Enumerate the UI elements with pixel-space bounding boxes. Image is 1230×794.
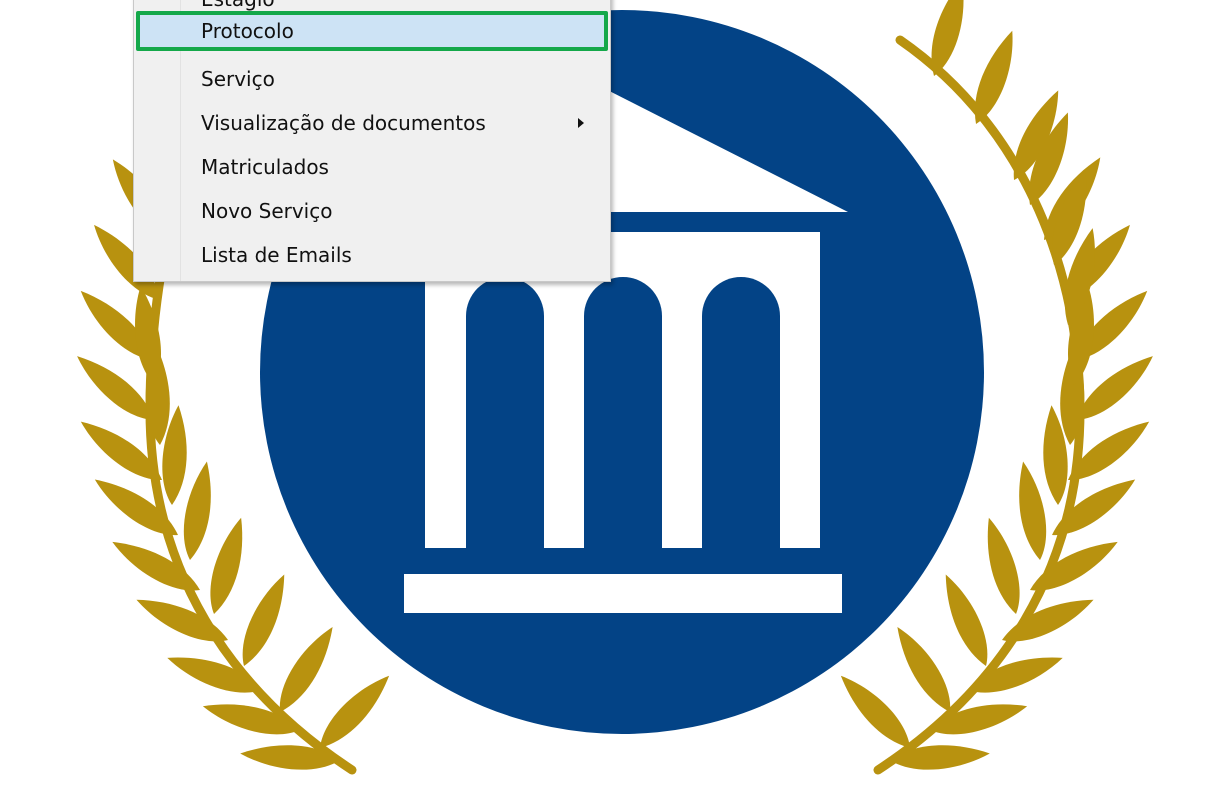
menu-item-label: Lista de Emails (201, 243, 352, 267)
menu-item-servico[interactable]: Serviço (136, 59, 608, 99)
menu-item-label: Novo Serviço (201, 199, 333, 223)
desktop-screen: Estágio Protocolo Serviço Visualização d… (0, 0, 1230, 794)
menu-item-lista-emails[interactable]: Lista de Emails (136, 235, 608, 275)
menu-item-label: Protocolo (201, 19, 294, 43)
menu-item-label: Serviço (201, 67, 275, 91)
context-menu: Estágio Protocolo Serviço Visualização d… (133, 0, 611, 282)
menu-item-visualizacao-documentos[interactable]: Visualização de documentos (136, 103, 608, 143)
menu-item-label: Estágio (201, 0, 275, 11)
menu-item-protocolo[interactable]: Protocolo (136, 11, 608, 51)
menu-item-label: Visualização de documentos (201, 111, 486, 135)
submenu-arrow-icon (578, 118, 584, 128)
menu-item-label: Matriculados (201, 155, 329, 179)
menu-item-novo-servico[interactable]: Novo Serviço (136, 191, 608, 231)
menu-item-matriculados[interactable]: Matriculados (136, 147, 608, 187)
